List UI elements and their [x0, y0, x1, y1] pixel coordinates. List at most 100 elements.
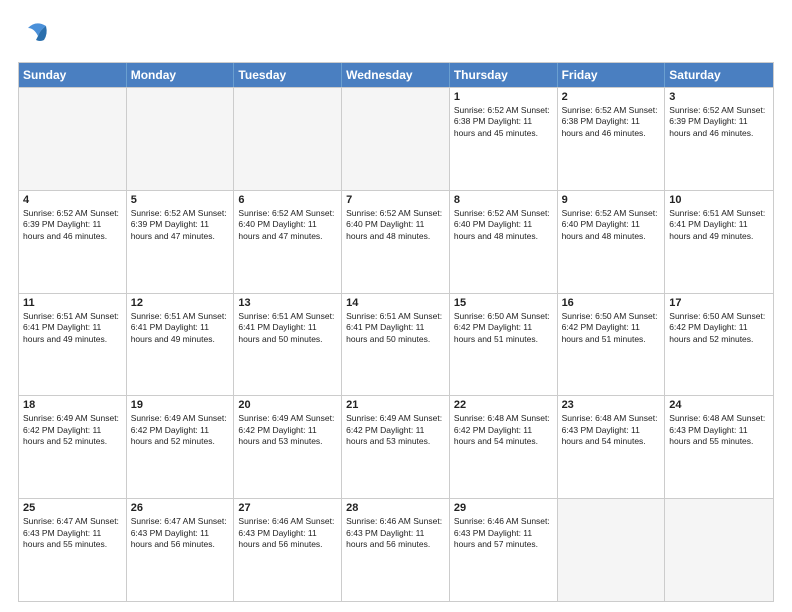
day-info: Sunrise: 6:48 AM Sunset: 6:43 PM Dayligh… — [562, 413, 661, 447]
cal-cell: 12Sunrise: 6:51 AM Sunset: 6:41 PM Dayli… — [127, 294, 235, 396]
cal-header-saturday: Saturday — [665, 63, 773, 87]
day-info: Sunrise: 6:52 AM Sunset: 6:40 PM Dayligh… — [562, 208, 661, 242]
day-number: 11 — [23, 297, 122, 309]
cal-cell — [558, 499, 666, 601]
cal-week-3: 11 Sunrise: 6:51 AM Sunset: 6:41 PM Dayli… — [19, 293, 773, 396]
cal-cell: 14Sunrise: 6:51 AM Sunset: 6:41 PM Dayli… — [342, 294, 450, 396]
day-info: Sunrise: 6:46 AM Sunset: 6:43 PM Dayligh… — [238, 516, 337, 550]
day-number: 20 — [238, 399, 337, 411]
day-number: 19 — [131, 399, 230, 411]
day-info: Sunrise: 6:46 AM Sunset: 6:43 PM Dayligh… — [454, 516, 553, 550]
calendar-body: 1 Sunrise: 6:52 AM Sunset: 6:38 PM Daylig… — [19, 87, 773, 601]
day-number: 26 — [131, 502, 230, 514]
day-info: Sunrise: 6:46 AM Sunset: 6:43 PM Dayligh… — [346, 516, 445, 550]
cal-cell — [342, 88, 450, 190]
day-number: 18 — [23, 399, 122, 411]
cal-header-sunday: Sunday — [19, 63, 127, 87]
day-number: 4 — [23, 194, 122, 206]
day-info: Sunrise: 6:52 AM Sunset: 6:40 PM Dayligh… — [454, 208, 553, 242]
day-number: 10 — [669, 194, 769, 206]
cal-week-4: 18 Sunrise: 6:49 AM Sunset: 6:42 PM Dayli… — [19, 395, 773, 498]
cal-header-thursday: Thursday — [450, 63, 558, 87]
day-info: Sunrise: 6:49 AM Sunset: 6:42 PM Dayligh… — [23, 413, 122, 447]
day-info: Sunrise: 6:50 AM Sunset: 6:42 PM Dayligh… — [562, 311, 661, 345]
cal-header-friday: Friday — [558, 63, 666, 87]
day-info: Sunrise: 6:48 AM Sunset: 6:42 PM Dayligh… — [454, 413, 553, 447]
cal-cell: 4 Sunrise: 6:52 AM Sunset: 6:39 PM Daylig… — [19, 191, 127, 293]
cal-cell: 11 Sunrise: 6:51 AM Sunset: 6:41 PM Dayli… — [19, 294, 127, 396]
cal-cell — [665, 499, 773, 601]
day-number: 3 — [669, 91, 769, 103]
day-info: Sunrise: 6:49 AM Sunset: 6:42 PM Dayligh… — [346, 413, 445, 447]
day-info: Sunrise: 6:51 AM Sunset: 6:41 PM Dayligh… — [238, 311, 337, 345]
cal-cell: 22 Sunrise: 6:48 AM Sunset: 6:42 PM Dayli… — [450, 396, 558, 498]
day-info: Sunrise: 6:52 AM Sunset: 6:38 PM Dayligh… — [562, 105, 661, 139]
day-info: Sunrise: 6:49 AM Sunset: 6:42 PM Dayligh… — [131, 413, 230, 447]
day-number: 16 — [562, 297, 661, 309]
cal-cell: 10 Sunrise: 6:51 AM Sunset: 6:41 PM Dayli… — [665, 191, 773, 293]
day-info: Sunrise: 6:52 AM Sunset: 6:39 PM Dayligh… — [23, 208, 122, 242]
cal-cell: 21 Sunrise: 6:49 AM Sunset: 6:42 PM Dayli… — [342, 396, 450, 498]
day-info: Sunrise: 6:47 AM Sunset: 6:43 PM Dayligh… — [131, 516, 230, 550]
cal-cell: 19 Sunrise: 6:49 AM Sunset: 6:42 PM Dayli… — [127, 396, 235, 498]
cal-cell: 28 Sunrise: 6:46 AM Sunset: 6:43 PM Dayli… — [342, 499, 450, 601]
cal-week-2: 4 Sunrise: 6:52 AM Sunset: 6:39 PM Daylig… — [19, 190, 773, 293]
cal-cell: 1Sunrise: 6:52 AM Sunset: 6:38 PM Daylig… — [450, 88, 558, 190]
cal-cell — [127, 88, 235, 190]
cal-header-monday: Monday — [127, 63, 235, 87]
logo — [18, 18, 58, 54]
cal-cell: 20 Sunrise: 6:49 AM Sunset: 6:42 PM Dayli… — [234, 396, 342, 498]
cal-cell — [19, 88, 127, 190]
day-number: 13 — [238, 297, 337, 309]
cal-cell: 7 Sunrise: 6:52 AM Sunset: 6:40 PM Daylig… — [342, 191, 450, 293]
day-number: 1 — [454, 91, 553, 103]
day-info: Sunrise: 6:51 AM Sunset: 6:41 PM Dayligh… — [669, 208, 769, 242]
day-info: Sunrise: 6:49 AM Sunset: 6:42 PM Dayligh… — [238, 413, 337, 447]
cal-cell: 2 Sunrise: 6:52 AM Sunset: 6:38 PM Daylig… — [558, 88, 666, 190]
cal-cell: 27 Sunrise: 6:46 AM Sunset: 6:43 PM Dayli… — [234, 499, 342, 601]
day-info: Sunrise: 6:52 AM Sunset: 6:40 PM Dayligh… — [346, 208, 445, 242]
cal-cell: 25 Sunrise: 6:47 AM Sunset: 6:43 PM Dayli… — [19, 499, 127, 601]
day-number: 7 — [346, 194, 445, 206]
day-info: Sunrise: 6:52 AM Sunset: 6:39 PM Dayligh… — [131, 208, 230, 242]
day-number: 22 — [454, 399, 553, 411]
day-number: 25 — [23, 502, 122, 514]
day-number: 5 — [131, 194, 230, 206]
cal-cell: 17 Sunrise: 6:50 AM Sunset: 6:42 PM Dayli… — [665, 294, 773, 396]
cal-week-5: 25 Sunrise: 6:47 AM Sunset: 6:43 PM Dayli… — [19, 498, 773, 601]
cal-cell: 18 Sunrise: 6:49 AM Sunset: 6:42 PM Dayli… — [19, 396, 127, 498]
day-info: Sunrise: 6:48 AM Sunset: 6:43 PM Dayligh… — [669, 413, 769, 447]
day-number: 24 — [669, 399, 769, 411]
cal-cell: 8 Sunrise: 6:52 AM Sunset: 6:40 PM Daylig… — [450, 191, 558, 293]
day-number: 27 — [238, 502, 337, 514]
cal-cell: 13 Sunrise: 6:51 AM Sunset: 6:41 PM Dayli… — [234, 294, 342, 396]
cal-cell — [234, 88, 342, 190]
cal-cell: 26 Sunrise: 6:47 AM Sunset: 6:43 PM Dayli… — [127, 499, 235, 601]
cal-cell: 6Sunrise: 6:52 AM Sunset: 6:40 PM Daylig… — [234, 191, 342, 293]
cal-header-wednesday: Wednesday — [342, 63, 450, 87]
day-number: 9 — [562, 194, 661, 206]
day-info: Sunrise: 6:51 AM Sunset: 6:41 PM Dayligh… — [23, 311, 122, 345]
header — [18, 18, 774, 54]
day-number: 28 — [346, 502, 445, 514]
day-number: 17 — [669, 297, 769, 309]
cal-week-1: 1 Sunrise: 6:52 AM Sunset: 6:38 PM Daylig… — [19, 87, 773, 190]
day-number: 6 — [238, 194, 337, 206]
day-number: 23 — [562, 399, 661, 411]
day-number: 15 — [454, 297, 553, 309]
cal-cell: 24 Sunrise: 6:48 AM Sunset: 6:43 PM Dayli… — [665, 396, 773, 498]
day-info: Sunrise: 6:47 AM Sunset: 6:43 PM Dayligh… — [23, 516, 122, 550]
day-info: Sunrise: 6:51 AM Sunset: 6:41 PM Dayligh… — [346, 311, 445, 345]
day-number: 29 — [454, 502, 553, 514]
cal-cell: 16 Sunrise: 6:50 AM Sunset: 6:42 PM Dayli… — [558, 294, 666, 396]
cal-cell: 9 Sunrise: 6:52 AM Sunset: 6:40 PM Daylig… — [558, 191, 666, 293]
day-info: Sunrise: 6:50 AM Sunset: 6:42 PM Dayligh… — [454, 311, 553, 345]
day-number: 21 — [346, 399, 445, 411]
day-number: 8 — [454, 194, 553, 206]
day-info: Sunrise: 6:50 AM Sunset: 6:42 PM Dayligh… — [669, 311, 769, 345]
logo-icon — [18, 18, 54, 54]
cal-cell: 5 Sunrise: 6:52 AM Sunset: 6:39 PM Daylig… — [127, 191, 235, 293]
day-info: Sunrise: 6:52 AM Sunset: 6:39 PM Dayligh… — [669, 105, 769, 139]
day-number: 2 — [562, 91, 661, 103]
cal-cell: 23 Sunrise: 6:48 AM Sunset: 6:43 PM Dayli… — [558, 396, 666, 498]
